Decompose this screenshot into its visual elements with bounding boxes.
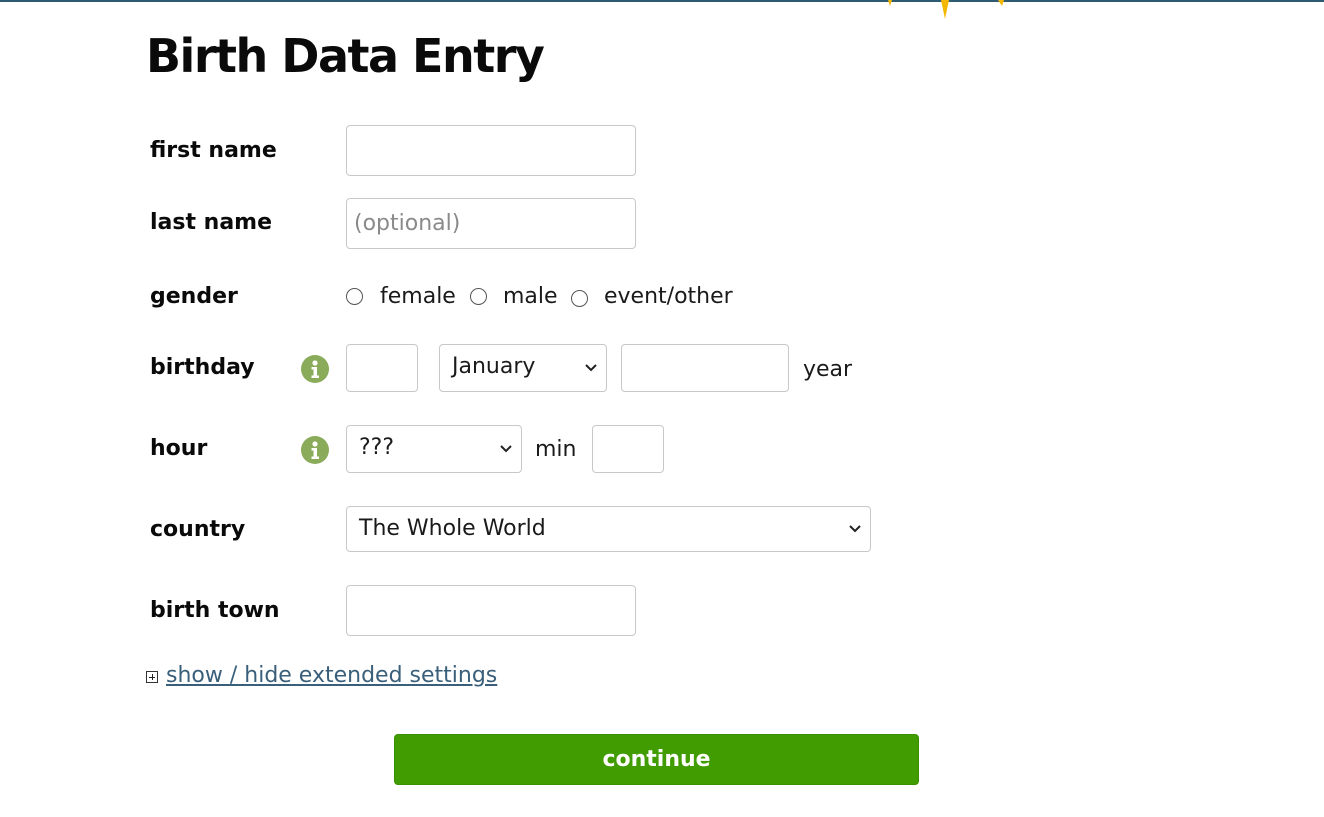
year-suffix-label: year [803, 357, 853, 382]
birthday-info-icon[interactable] [301, 355, 329, 383]
birth-day-input[interactable] [346, 344, 418, 392]
last-name-input[interactable] [346, 198, 636, 249]
plus-box-icon[interactable] [146, 671, 158, 683]
birthday-label: birthday [150, 355, 255, 380]
birth-month-select[interactable]: January [439, 344, 607, 392]
country-value: The Whole World [359, 516, 546, 541]
extended-settings-link[interactable]: show / hide extended settings [166, 661, 497, 691]
gender-event-other-label: event/other [604, 284, 733, 309]
country-select[interactable]: The Whole World [346, 506, 871, 552]
chevron-down-icon [585, 364, 597, 372]
gender-event-other-radio[interactable] [571, 290, 588, 307]
birth-hour-value: ??? [359, 435, 395, 460]
hour-label: hour [150, 436, 208, 461]
last-name-label: last name [150, 210, 273, 235]
birth-minute-input[interactable] [592, 425, 664, 473]
birth-year-input[interactable] [621, 344, 789, 392]
gender-male-label: male [503, 284, 558, 309]
min-label: min [535, 437, 577, 462]
first-name-label: first name [150, 138, 277, 163]
chevron-down-icon [500, 445, 512, 453]
first-name-input[interactable] [346, 125, 636, 176]
birth-month-value: January [452, 354, 536, 379]
chevron-down-icon [849, 525, 861, 533]
country-label: country [150, 517, 246, 542]
gender-label: gender [150, 284, 238, 309]
gender-female-label: female [380, 284, 456, 309]
birth-town-label: birth town [150, 598, 280, 623]
birth-hour-select[interactable]: ??? [346, 425, 522, 473]
birth-town-input[interactable] [346, 585, 636, 636]
birth-data-form: Birth Data Entry first name last name ge… [0, 0, 1324, 817]
continue-button[interactable]: continue [394, 734, 919, 785]
hour-info-icon[interactable] [301, 436, 329, 464]
gender-female-radio[interactable] [346, 288, 363, 305]
gender-male-radio[interactable] [470, 288, 487, 305]
page-title: Birth Data Entry [146, 29, 545, 83]
